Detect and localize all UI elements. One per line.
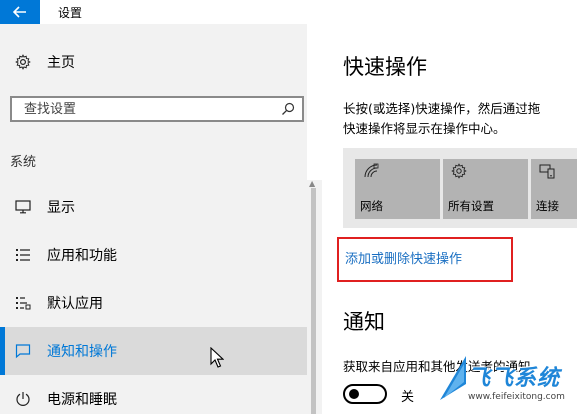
default-apps-icon xyxy=(14,294,32,312)
scrollbar-thumb[interactable] xyxy=(311,188,316,414)
quick-actions-description: 长按(或选择)快速操作，然后通过拖 快速操作将显示在操作中心。 xyxy=(343,99,577,139)
notifications-title: 通知 xyxy=(343,310,385,334)
sidebar-scrollbar[interactable]: ▲ xyxy=(307,180,322,414)
mouse-cursor-icon xyxy=(210,347,224,368)
apps-list-icon xyxy=(14,246,32,264)
sidebar-item-apps[interactable]: 应用和功能 xyxy=(0,231,307,279)
tile-label: 所有设置 xyxy=(448,199,494,213)
window-title: 设置 xyxy=(58,6,83,20)
power-icon xyxy=(14,390,32,408)
monitor-icon xyxy=(14,198,32,216)
gear-icon xyxy=(14,53,32,71)
selection-indicator xyxy=(0,327,5,375)
description-line: 长按(或选择)快速操作，然后通过拖 xyxy=(343,101,541,116)
sidebar-item-label: 主页 xyxy=(47,55,75,71)
tile-all-settings[interactable]: 所有设置 xyxy=(443,159,528,219)
sidebar-item-label: 通知和操作 xyxy=(47,344,117,360)
group-label: 系统 xyxy=(10,155,37,170)
notifications-toggle[interactable] xyxy=(343,384,387,404)
notification-icon xyxy=(14,342,32,360)
description-line: 快速操作将显示在操作中心。 xyxy=(343,121,506,136)
search-icon[interactable] xyxy=(280,101,296,117)
toggle-state-label: 关 xyxy=(401,390,415,405)
sidebar-item-power[interactable]: 电源和睡眠 xyxy=(0,375,307,414)
connect-icon xyxy=(539,164,555,179)
search-field[interactable] xyxy=(10,96,304,122)
toggle-knob xyxy=(349,389,359,399)
tile-label: 网络 xyxy=(360,199,383,213)
watermark-logo-icon xyxy=(440,356,466,400)
tile-label: 连接 xyxy=(536,199,559,213)
watermark: 飞飞系统 www.feifeixitong.com xyxy=(438,352,577,414)
back-button[interactable] xyxy=(0,0,40,24)
sidebar-item-display[interactable]: 显示 xyxy=(0,183,307,231)
sidebar-item-label: 默认应用 xyxy=(47,296,103,312)
sidebar-item-notifications[interactable]: 通知和操作 xyxy=(0,327,307,375)
sidebar-item-home[interactable]: 主页 xyxy=(0,40,307,84)
gear-icon xyxy=(451,163,467,179)
scroll-up-icon[interactable]: ▲ xyxy=(309,180,315,188)
sidebar-item-default-apps[interactable]: 默认应用 xyxy=(0,279,307,327)
tile-network[interactable]: 网络 xyxy=(355,159,440,219)
back-arrow-icon xyxy=(13,6,26,18)
search-input[interactable] xyxy=(12,98,267,120)
quick-actions-title: 快速操作 xyxy=(343,55,427,79)
title-bar: 设置 xyxy=(0,0,577,24)
quick-action-tiles: 网络 所有设置 连接 xyxy=(343,148,577,228)
highlight-box: 添加或删除快速操作 xyxy=(337,237,513,282)
watermark-text: 飞飞系统 xyxy=(468,366,561,391)
sidebar-item-label: 应用和功能 xyxy=(47,248,117,264)
edit-quick-actions-link[interactable]: 添加或删除快速操作 xyxy=(345,248,462,267)
sidebar-item-label: 显示 xyxy=(47,200,75,216)
network-icon xyxy=(364,163,379,178)
sidebar-item-label: 电源和睡眠 xyxy=(47,392,117,408)
sidebar: 主页 系统 显示 应用和功能 xyxy=(0,24,307,414)
watermark-url: www.feifeixitong.com xyxy=(468,392,565,402)
tile-connect[interactable]: 连接 xyxy=(531,159,577,219)
